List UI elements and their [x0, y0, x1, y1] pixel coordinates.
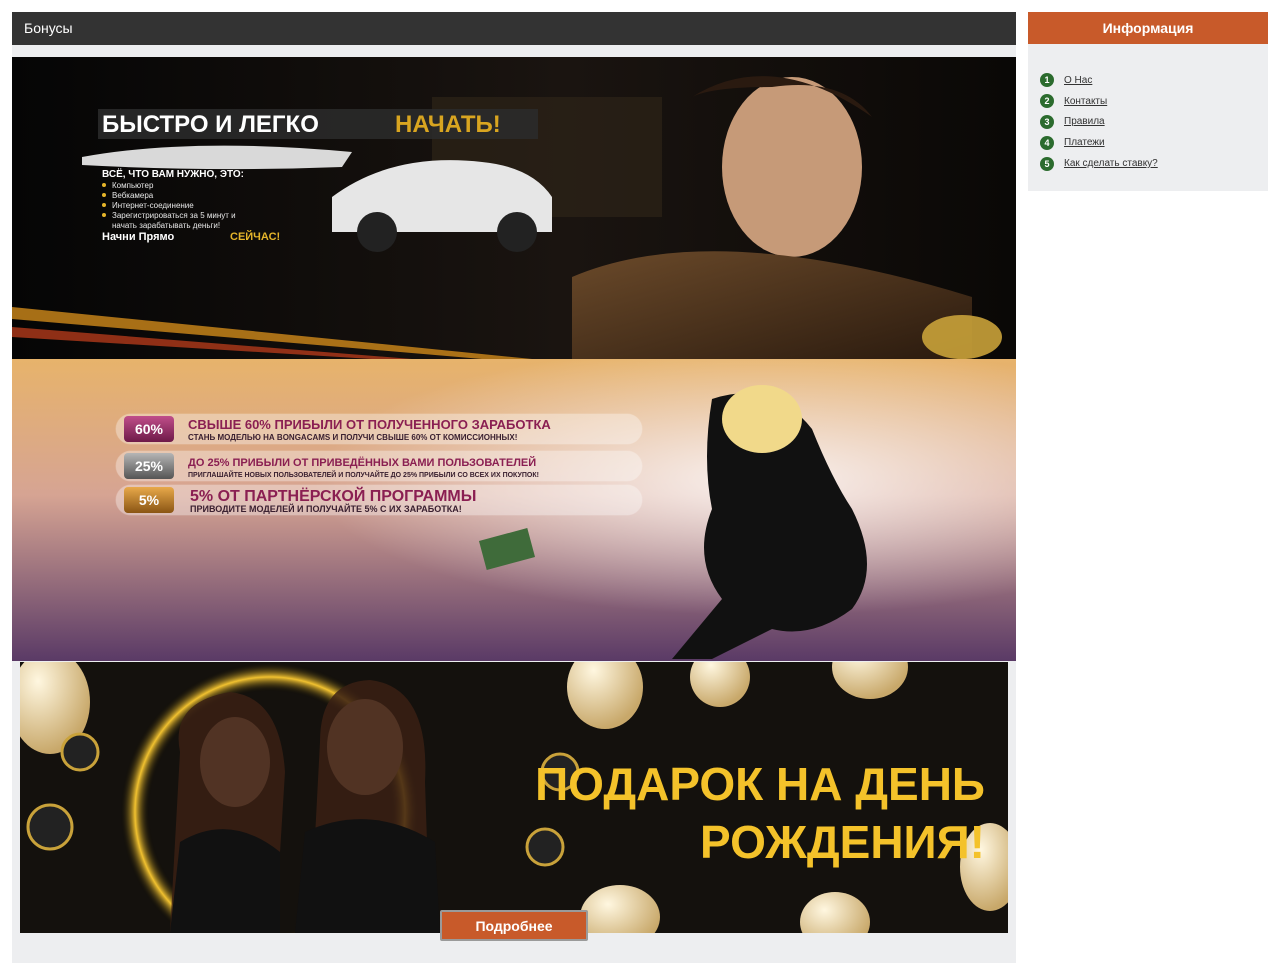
number-badge: 5	[1040, 156, 1054, 171]
commission-subtitle: СТАНЬ МОДЕЛЬЮ НА BONGACAMS И ПОЛУЧИ СВЫШ…	[188, 433, 517, 442]
banner1-cta-b: СЕЙЧАС!	[230, 230, 280, 243]
banner-start-earning[interactable]: БЫСТРО И ЛЕГКО НАЧАТЬ! ВСЁ, ЧТО ВАМ НУЖН…	[12, 57, 1016, 359]
info-item-how-to-bet: 5 Как сделать ставку?	[1040, 153, 1268, 174]
commission-row: 60% СВЫШЕ 60% ПРИБЫЛИ ОТ ПОЛУЧЕННОГО ЗАР…	[115, 413, 643, 445]
commission-subtitle: ПРИВОДИТЕ МОДЕЛЕЙ И ПОЛУЧАЙТЕ 5% С ИХ ЗА…	[190, 503, 462, 514]
commission-title: СВЫШЕ 60% ПРИБЫЛИ ОТ ПОЛУЧЕННОГО ЗАРАБОТ…	[188, 417, 551, 432]
number-badge: 3	[1040, 114, 1054, 129]
info-item-contacts: 2 Контакты	[1040, 91, 1268, 112]
chip	[525, 827, 565, 867]
number-badge: 1	[1040, 73, 1054, 88]
commission-badge: 25%	[135, 458, 164, 474]
chip	[60, 732, 100, 772]
banner1-headline-b: НАЧАТЬ!	[395, 111, 501, 138]
commission-subtitle: ПРИГЛАШАЙТЕ НОВЫХ ПОЛЬЗОВАТЕЛЕЙ И ПОЛУЧА…	[188, 470, 539, 479]
number-badge: 2	[1040, 94, 1054, 109]
commission-row: 5% 5% ОТ ПАРТНЁРСКОЙ ПРОГРАММЫ ПРИВОДИТЕ…	[115, 484, 643, 516]
banner1-subheading: ВСЁ, ЧТО ВАМ НУЖНО, ЭТО:	[102, 167, 244, 180]
main-column: Бонусы БЫСТРО И ЛЕГКО НАЧАТЬ! ВСЁ, ЧТО В…	[12, 12, 1016, 963]
banner1-list-item: Зарегистрироваться за 5 минут и	[112, 211, 236, 220]
more-details-button[interactable]: Подробнее	[440, 910, 588, 941]
commission-row: 25% ДО 25% ПРИБЫЛИ ОТ ПРИВЕДЁННЫХ ВАМИ П…	[115, 450, 643, 482]
link-contacts[interactable]: Контакты	[1064, 96, 1107, 107]
info-item-about: 1 О Нас	[1040, 70, 1268, 91]
info-item-payments: 4 Платежи	[1040, 132, 1268, 153]
link-payments[interactable]: Платежи	[1064, 137, 1105, 148]
chip	[26, 803, 74, 851]
info-links: 1 О Нас 2 Контакты 3 Правила 4 Платежи 5…	[1028, 44, 1268, 174]
banner1-headline-a: БЫСТРО И ЛЕГКО	[102, 111, 319, 138]
info-item-rules: 3 Правила	[1040, 112, 1268, 133]
banner-birthday-gift[interactable]: ПОДАРОК НА ДЕНЬ РОЖДЕНИЯ!	[20, 662, 1008, 933]
section-title: Бонусы	[12, 12, 1016, 45]
link-rules[interactable]: Правила	[1064, 116, 1105, 127]
banner1-cta-a: Начни Прямо	[102, 231, 175, 243]
link-how-to-bet[interactable]: Как сделать ставку?	[1064, 158, 1158, 169]
commission-badge: 5%	[139, 492, 160, 508]
banner1-list-item: Компьютер	[112, 181, 154, 190]
banner3-title-line2: РОЖДЕНИЯ!	[700, 816, 985, 868]
link-about[interactable]: О Нас	[1064, 75, 1092, 86]
banner1-list-item: Интернет-соединение	[112, 201, 194, 210]
banner1-list-item: Вебкамера	[112, 191, 154, 200]
number-badge: 4	[1040, 135, 1054, 150]
commission-badge: 60%	[135, 421, 164, 437]
banner1-list-item: начать зарабатывать деньги!	[112, 221, 220, 230]
logo-emblem	[922, 315, 1002, 359]
banner-commission[interactable]: 60% СВЫШЕ 60% ПРИБЫЛИ ОТ ПОЛУЧЕННОГО ЗАР…	[12, 359, 1016, 661]
sidebar-title: Информация	[1028, 12, 1268, 44]
banner3-title-line1: ПОДАРОК НА ДЕНЬ	[535, 758, 985, 810]
commission-title: ДО 25% ПРИБЫЛИ ОТ ПРИВЕДЁННЫХ ВАМИ ПОЛЬЗ…	[188, 456, 536, 469]
info-sidebar: Информация 1 О Нас 2 Контакты 3 Правила …	[1028, 12, 1268, 191]
model-image	[722, 77, 862, 257]
commission-title: 5% ОТ ПАРТНЁРСКОЙ ПРОГРАММЫ	[190, 486, 476, 505]
